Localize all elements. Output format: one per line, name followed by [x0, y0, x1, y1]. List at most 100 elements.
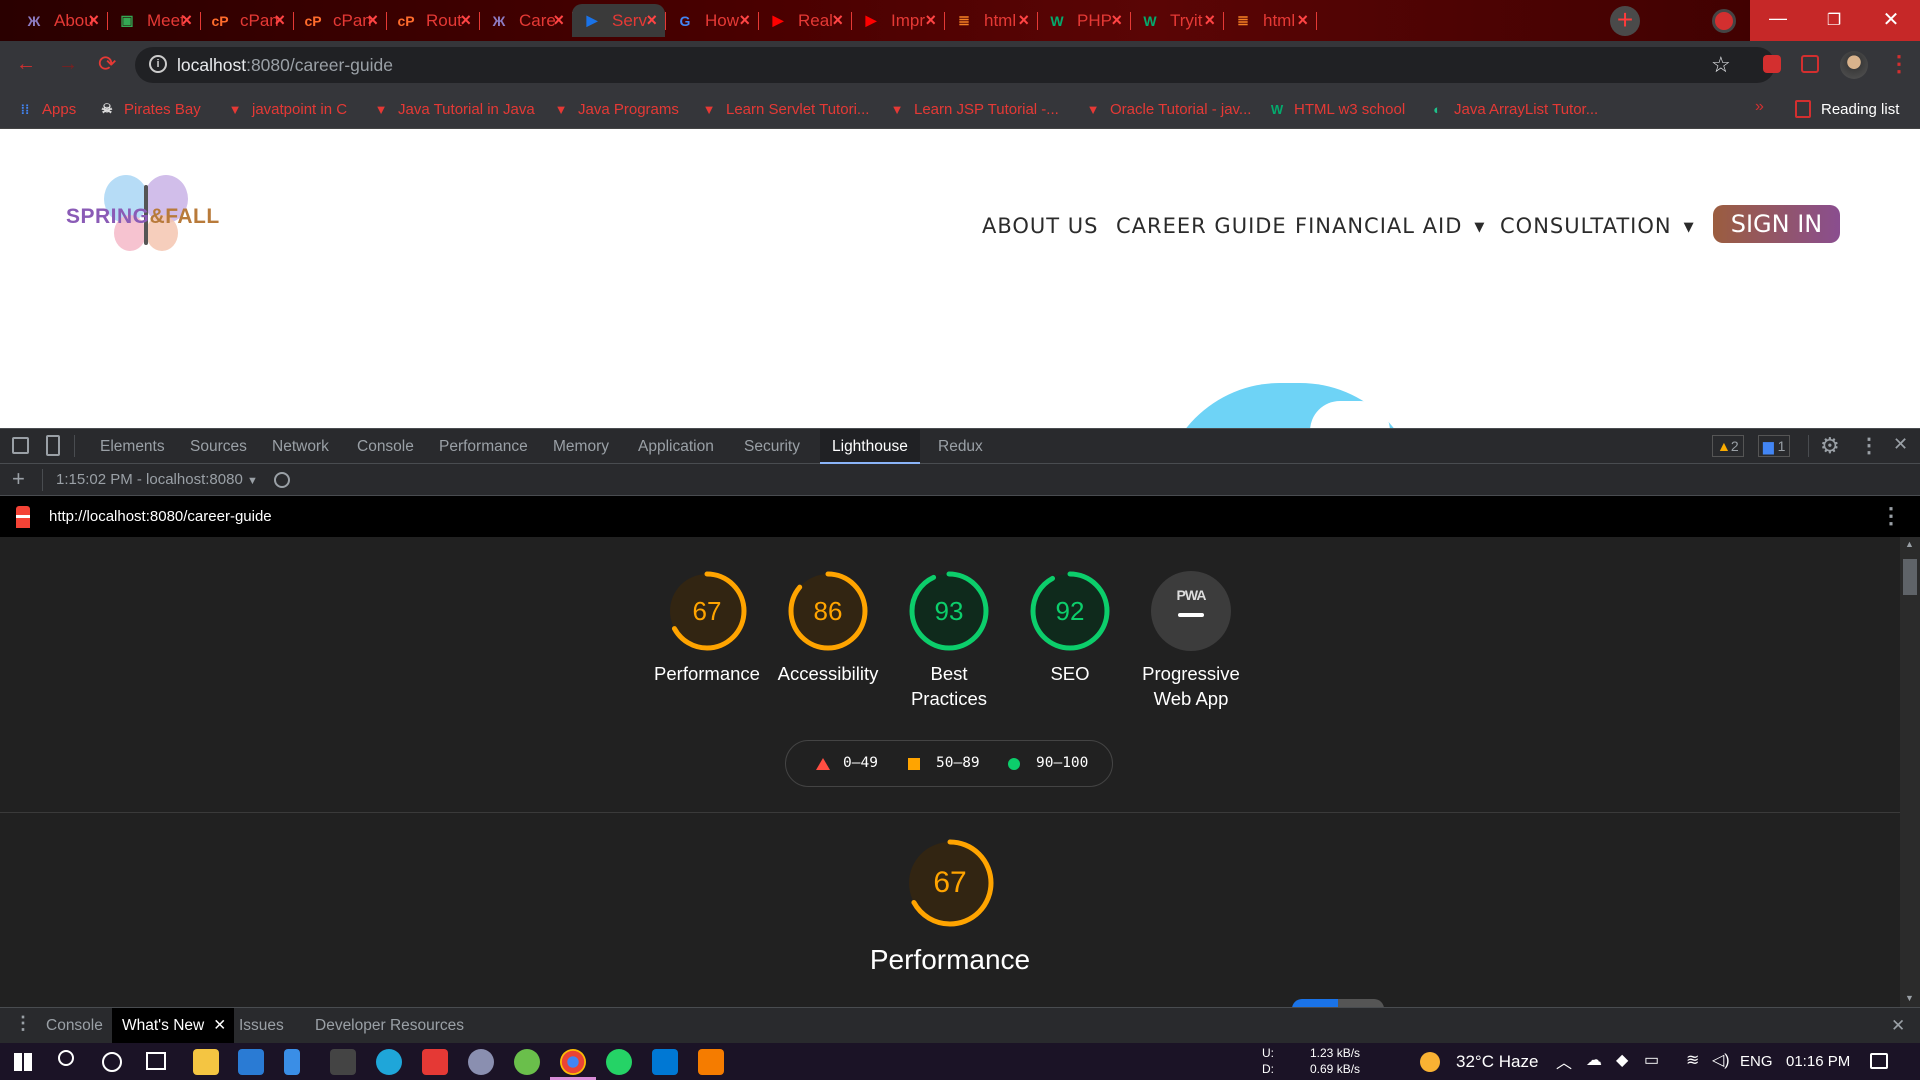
browser-tab[interactable]: Ж Care × [479, 4, 572, 37]
volume-icon[interactable]: ◁) [1712, 1050, 1730, 1070]
devtools-tab-memory[interactable]: Memory [541, 429, 621, 464]
cortana-icon[interactable] [102, 1052, 122, 1072]
close-tab-icon[interactable]: × [832, 10, 843, 31]
devtools-tab-elements[interactable]: Elements [88, 429, 177, 464]
devtools-menu-icon[interactable]: ⋮ [1859, 433, 1879, 458]
windows-start-icon[interactable] [14, 1053, 32, 1071]
pwa-badge[interactable]: PWA [1151, 571, 1231, 651]
report-menu-icon[interactable]: ⋮ [1880, 503, 1902, 529]
nav-career-guide[interactable]: CAREER GUIDE [1116, 214, 1287, 238]
minimize-button[interactable]: — [1750, 0, 1806, 41]
close-window-button[interactable]: ✕ [1862, 0, 1920, 41]
warnings-badge[interactable]: ▲2 [1712, 435, 1744, 457]
nav-financial-aid[interactable]: FINANCIAL AID ▼ [1295, 214, 1485, 238]
devtools-tab-sources[interactable]: Sources [178, 429, 259, 464]
drawer-menu-icon[interactable]: ⋮ [14, 1013, 32, 1034]
clock[interactable]: 01:16 PM [1786, 1053, 1850, 1070]
browser-tab[interactable]: W Tryit × [1130, 4, 1223, 37]
score-gauge-best-practices[interactable]: 93 [909, 571, 989, 651]
browser-tab[interactable]: cP cPan × [293, 4, 386, 37]
forward-icon[interactable]: → [58, 53, 78, 76]
close-tab-icon[interactable]: × [646, 10, 657, 31]
avatar[interactable] [1840, 51, 1868, 79]
reading-list-button[interactable]: Reading list [1795, 97, 1899, 121]
profile-extension-icon[interactable] [1712, 9, 1736, 33]
report-scrollbar[interactable]: ▲ ▼ [1900, 537, 1920, 1007]
browser-tab[interactable]: G How × [665, 4, 758, 37]
sign-in-button[interactable]: SIGN IN [1713, 205, 1840, 243]
browser-tab[interactable]: ▶ Impr × [851, 4, 944, 37]
browser-tab[interactable]: ≣ html × [1223, 4, 1316, 37]
extension-icon[interactable] [1763, 55, 1781, 73]
wifi-icon[interactable]: ≋ [1686, 1050, 1699, 1070]
close-devtools-icon[interactable]: ✕ [1893, 434, 1908, 455]
close-tab-icon[interactable]: × [88, 10, 99, 31]
score-gauge-performance[interactable]: 67 [667, 571, 747, 651]
edge-icon[interactable] [376, 1049, 402, 1075]
report-select[interactable]: 1:15:02 PM - localhost:8080 ▼ [56, 471, 258, 488]
bookmark-item[interactable]: ⁞⁞ Apps [16, 97, 77, 121]
clear-reports-icon[interactable] [274, 472, 290, 488]
browser-tab[interactable]: cP cPan × [200, 4, 293, 37]
site-logo[interactable]: SPRING&FALL [66, 171, 232, 261]
spring-tool-icon[interactable] [514, 1049, 540, 1075]
bookmark-item[interactable]: ☠ Pirates Bay [98, 97, 201, 121]
close-tab-icon[interactable]: × [460, 10, 471, 31]
address-bar[interactable]: i localhost:8080/career-guide ☆ [135, 47, 1775, 83]
drawer-tab-whats-new[interactable]: What's New ✕ [112, 1008, 235, 1043]
youtube-icon[interactable] [422, 1049, 448, 1075]
drawer-tab-developer-resources[interactable]: Developer Resources [305, 1008, 474, 1043]
messages-badge[interactable]: ▆ 1 [1758, 435, 1791, 457]
score-gauge-accessibility[interactable]: 86 [788, 571, 868, 651]
bookmark-item[interactable]: ▼ Learn JSP Tutorial -... [888, 97, 1059, 121]
onedrive-icon[interactable]: ☁ [1586, 1050, 1602, 1070]
devtools-tab-application[interactable]: Application [626, 429, 726, 464]
bookmark-item[interactable]: W HTML w3 school [1268, 97, 1405, 121]
close-tab-icon[interactable]: × [1204, 10, 1215, 31]
browser-tab[interactable]: cP Rout × [386, 4, 479, 37]
scroll-up-icon[interactable]: ▲ [1905, 539, 1914, 549]
kebab-menu-icon[interactable]: ⋮ [1888, 51, 1910, 77]
view-toggle[interactable] [1292, 999, 1384, 1007]
bookmarks-overflow-icon[interactable]: » [1755, 98, 1764, 116]
close-tab-icon[interactable]: × [1111, 10, 1122, 31]
browser-tab[interactable]: ≣ html × [944, 4, 1037, 37]
browser-tab[interactable]: ▶ Real × [758, 4, 851, 37]
bookmark-item[interactable]: ▼ Learn Servlet Tutori... [700, 97, 870, 121]
close-tab-icon[interactable]: × [274, 10, 285, 31]
dropbox-icon[interactable]: ◆ [1616, 1050, 1628, 1070]
nav-about-us[interactable]: ABOUT US [982, 214, 1099, 238]
close-tab-icon[interactable]: × [739, 10, 750, 31]
bookmark-item[interactable]: ▼ Oracle Tutorial - jav... [1084, 97, 1252, 121]
close-tab-icon[interactable]: × [553, 10, 564, 31]
reload-icon[interactable]: ⟳ [98, 51, 116, 77]
close-drawer-icon[interactable]: ✕ [1891, 1016, 1905, 1036]
close-tab-icon[interactable]: × [181, 10, 192, 31]
chrome-icon[interactable] [560, 1049, 586, 1075]
restore-button[interactable]: ❐ [1806, 0, 1862, 41]
devtools-tab-redux[interactable]: Redux [926, 429, 995, 464]
browser-tab[interactable]: W PHP × [1037, 4, 1130, 37]
notepad-icon[interactable] [284, 1049, 300, 1075]
weather-text[interactable]: 32°C Haze [1456, 1052, 1538, 1072]
devtools-tab-console[interactable]: Console [345, 429, 426, 464]
tray-chevron-up-icon[interactable]: ︿ [1556, 1049, 1572, 1073]
performance-section-gauge[interactable]: 67 [904, 837, 996, 929]
vscode-icon[interactable] [652, 1049, 678, 1075]
drawer-tab-issues[interactable]: Issues [229, 1008, 294, 1043]
settings-gear-icon[interactable]: ⚙ [1820, 433, 1840, 459]
scrollbar-thumb[interactable] [1903, 559, 1917, 595]
bookmark-item[interactable]: ▼ javatpoint in C [226, 97, 348, 121]
mail-icon[interactable] [238, 1049, 264, 1075]
bookmark-item[interactable]: ▼ Java Tutorial in Java [372, 97, 535, 121]
close-tab-icon[interactable]: ✕ [213, 1008, 226, 1043]
bookmark-item[interactable]: ◐ Java ArrayList Tutor... [1428, 97, 1598, 121]
notifications-icon[interactable] [1870, 1053, 1888, 1069]
drawer-tab-console[interactable]: Console [36, 1008, 113, 1043]
browser-tab[interactable]: ▣ Meet × [107, 4, 200, 37]
score-gauge-seo[interactable]: 92 [1030, 571, 1110, 651]
devtools-tab-lighthouse[interactable]: Lighthouse [820, 429, 920, 464]
close-tab-icon[interactable]: × [1018, 10, 1029, 31]
language-indicator[interactable]: ENG [1740, 1053, 1773, 1070]
close-tab-icon[interactable]: × [1297, 10, 1308, 31]
